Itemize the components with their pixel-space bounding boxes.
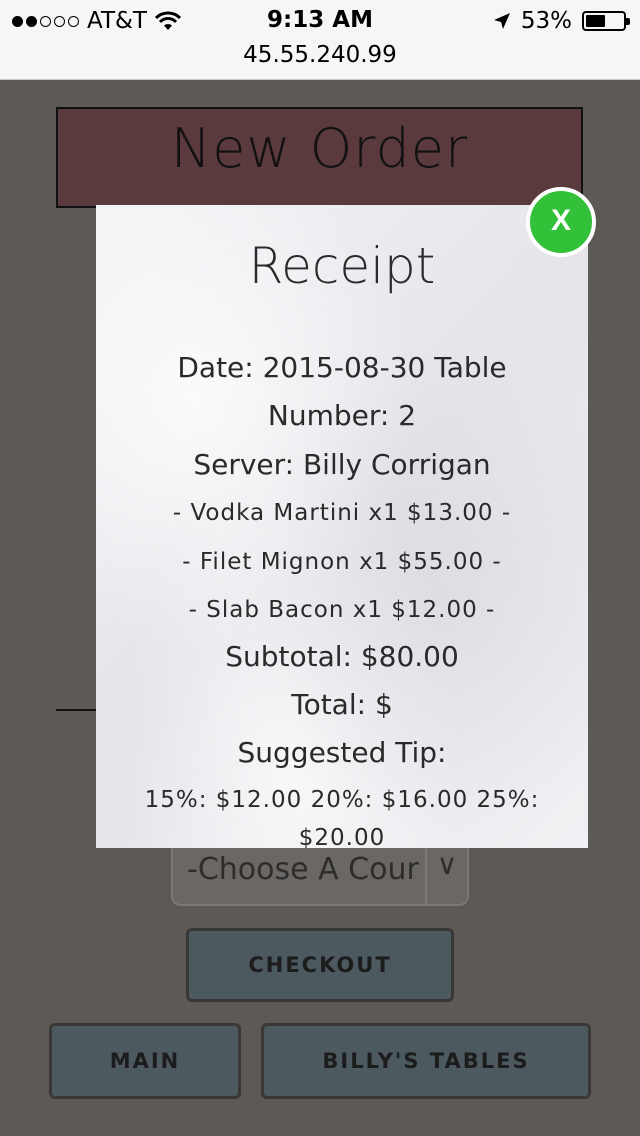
receipt-subtotal: Subtotal: $80.00 — [225, 640, 459, 673]
battery-status: 53% — [493, 8, 630, 34]
receipt-total: Total: $ — [291, 688, 393, 721]
status-bar: AT&T 9:13 AM 45.55.240.99 53% — [0, 0, 640, 80]
url-bar[interactable]: 45.55.240.99 — [0, 42, 640, 68]
receipt-item: - Slab Bacon x1 $12.00 - — [188, 597, 496, 623]
battery-percent: 53% — [520, 8, 572, 34]
chevron-down-icon: ∨ — [425, 840, 467, 904]
main-button[interactable]: MAIN — [49, 1023, 241, 1099]
receipt-tip-values: 15%: $12.00 20%: $16.00 25%: $20.00 — [144, 787, 540, 848]
billys-tables-button[interactable]: BILLY'S TABLES — [261, 1023, 591, 1099]
receipt-item: - Vodka Martini x1 $13.00 - — [172, 500, 512, 526]
receipt-table-number: Number: 2 — [267, 399, 417, 432]
page-header: New Order — [56, 107, 583, 208]
close-button[interactable]: X — [526, 187, 596, 257]
receipt-server: Server: Billy Corrigan — [193, 448, 491, 481]
course-select[interactable]: -Choose A Cour ∨ — [171, 838, 469, 906]
checkout-button[interactable]: CHECKOUT — [186, 928, 454, 1002]
battery-icon — [582, 11, 630, 31]
location-arrow-icon — [493, 13, 510, 29]
divider — [56, 709, 100, 711]
receipt-item: - Filet Mignon x1 $55.00 - — [182, 549, 502, 575]
receipt-date: Date: 2015-08-30 Table — [177, 351, 507, 384]
receipt-tip-label: Suggested Tip: — [237, 736, 447, 769]
course-select-value: -Choose A Cour — [187, 852, 419, 887]
page-title: New Order — [170, 117, 469, 180]
receipt-title: Receipt — [248, 237, 436, 295]
receipt-modal: Receipt Date: 2015-08-30 Table Number: 2… — [96, 205, 588, 848]
